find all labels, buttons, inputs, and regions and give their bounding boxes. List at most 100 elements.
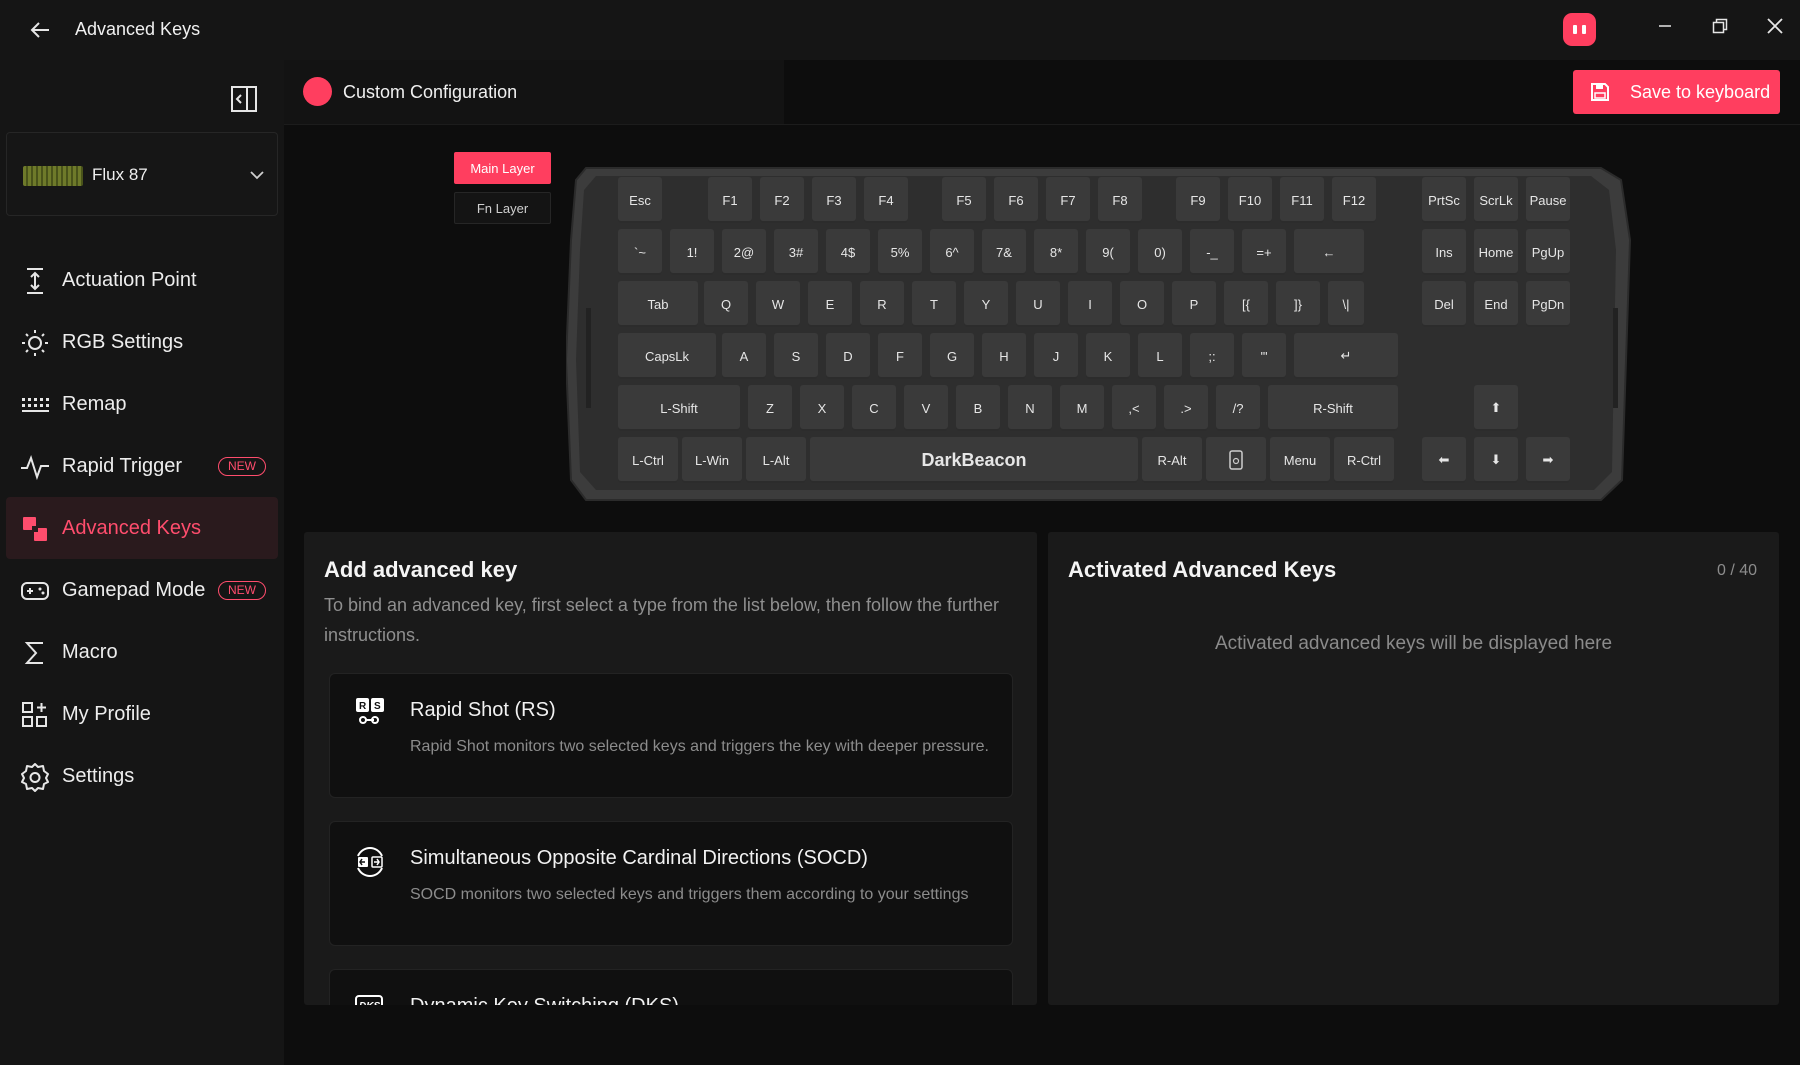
keyboard-key[interactable]: 5% bbox=[878, 229, 922, 275]
sidebar-item-advanced-keys[interactable]: Advanced Keys bbox=[6, 497, 278, 559]
keyboard-key[interactable]: X bbox=[800, 385, 844, 431]
keyboard-key[interactable]: N bbox=[1008, 385, 1052, 431]
keyboard-key[interactable]: ⬆ bbox=[1474, 385, 1518, 431]
keyboard-key[interactable]: F5 bbox=[942, 177, 986, 223]
keyboard-key[interactable]: H bbox=[982, 333, 1026, 379]
keyboard-key[interactable]: M bbox=[1060, 385, 1104, 431]
keyboard-key[interactable]: L-Ctrl bbox=[618, 437, 678, 483]
keyboard-key[interactable]: Z bbox=[748, 385, 792, 431]
keyboard-key[interactable]: Q bbox=[704, 281, 748, 327]
keyboard-key[interactable]: Tab bbox=[618, 281, 698, 327]
keyboard-key[interactable]: P bbox=[1172, 281, 1216, 327]
keyboard-key[interactable]: L-Alt bbox=[746, 437, 806, 483]
keyboard-key[interactable]: K bbox=[1086, 333, 1130, 379]
keyboard-key[interactable]: F4 bbox=[864, 177, 908, 223]
keyboard-key[interactable]: Menu bbox=[1270, 437, 1330, 483]
keyboard-key[interactable]: Esc bbox=[618, 177, 662, 223]
keyboard-key[interactable]: V bbox=[904, 385, 948, 431]
keyboard-key[interactable]: O bbox=[1120, 281, 1164, 327]
sidebar-item-rapid-trigger[interactable]: Rapid Trigger NEW bbox=[6, 435, 278, 497]
keyboard-key[interactable]: PrtSc bbox=[1422, 177, 1466, 223]
keyboard-key[interactable]: 4$ bbox=[826, 229, 870, 275]
keyboard-key[interactable]: F12 bbox=[1332, 177, 1376, 223]
keyboard-key[interactable]: ↵ bbox=[1294, 333, 1398, 379]
keyboard-key[interactable]: .> bbox=[1164, 385, 1208, 431]
sidebar-item-my-profile[interactable]: My Profile bbox=[6, 683, 278, 745]
keyboard-key[interactable]: L bbox=[1138, 333, 1182, 379]
minimize-icon[interactable] bbox=[1645, 10, 1685, 42]
close-icon[interactable] bbox=[1755, 10, 1795, 42]
sidebar-item-rgb-settings[interactable]: RGB Settings bbox=[6, 311, 278, 373]
keyboard-key[interactable]: L-Shift bbox=[618, 385, 740, 431]
keyboard-key[interactable]: End bbox=[1474, 281, 1518, 327]
fn-layer-button[interactable]: Fn Layer bbox=[454, 192, 551, 224]
keyboard-key[interactable]: 2@ bbox=[722, 229, 766, 275]
keyboard-key[interactable]: ⬅ bbox=[1422, 437, 1466, 483]
keyboard-key[interactable]: ]} bbox=[1276, 281, 1320, 327]
keyboard-key[interactable]: U bbox=[1016, 281, 1060, 327]
keyboard-key[interactable]: =+ bbox=[1242, 229, 1286, 275]
keyboard-key[interactable]: PgUp bbox=[1526, 229, 1570, 275]
restore-icon[interactable] bbox=[1700, 10, 1740, 42]
back-arrow-icon[interactable] bbox=[24, 14, 56, 46]
keyboard-key[interactable]: W bbox=[756, 281, 800, 327]
keyboard-key[interactable]: R-Ctrl bbox=[1334, 437, 1394, 483]
device-select[interactable]: Flux 87 bbox=[6, 132, 278, 216]
configuration-selector[interactable]: Custom Configuration bbox=[284, 60, 784, 124]
keyboard-key[interactable]: ,< bbox=[1112, 385, 1156, 431]
keyboard-key[interactable]: B bbox=[956, 385, 1000, 431]
socd-card[interactable]: Simultaneous Opposite Cardinal Direction… bbox=[329, 821, 1013, 946]
sidebar-item-actuation-point[interactable]: Actuation Point bbox=[6, 249, 278, 311]
collapse-sidebar-icon[interactable] bbox=[228, 83, 260, 115]
keyboard-key[interactable]: Ins bbox=[1422, 229, 1466, 275]
rapid-shot-card[interactable]: RS Rapid Shot (RS) Rapid Shot monitors t… bbox=[329, 673, 1013, 798]
sidebar-item-gamepad-mode[interactable]: Gamepad Mode NEW bbox=[6, 559, 278, 621]
keyboard-key[interactable]: -_ bbox=[1190, 229, 1234, 275]
keyboard-key[interactable]: '" bbox=[1242, 333, 1286, 379]
keyboard-key[interactable]: PgDn bbox=[1526, 281, 1570, 327]
keyboard-key[interactable]: DarkBeacon bbox=[810, 437, 1138, 483]
keyboard-key[interactable]: 1! bbox=[670, 229, 714, 275]
main-layer-button[interactable]: Main Layer bbox=[454, 152, 551, 184]
keyboard-key[interactable]: F7 bbox=[1046, 177, 1090, 223]
keyboard-key[interactable]: ➡ bbox=[1526, 437, 1570, 483]
keyboard-key[interactable]: F8 bbox=[1098, 177, 1142, 223]
keyboard-key[interactable]: F3 bbox=[812, 177, 856, 223]
dks-card[interactable]: DKS Dynamic Key Switching (DKS) bbox=[329, 969, 1013, 1005]
keyboard-key[interactable]: Pause bbox=[1526, 177, 1570, 223]
keyboard-key[interactable]: L-Win bbox=[682, 437, 742, 483]
keyboard-key[interactable]: 6^ bbox=[930, 229, 974, 275]
keyboard-key[interactable]: D bbox=[826, 333, 870, 379]
keyboard-key[interactable]: /? bbox=[1216, 385, 1260, 431]
sidebar-item-settings[interactable]: Settings bbox=[6, 745, 278, 807]
keyboard-key[interactable]: T bbox=[912, 281, 956, 327]
keyboard-key[interactable]: 0) bbox=[1138, 229, 1182, 275]
keyboard-key[interactable]: R bbox=[860, 281, 904, 327]
keyboard-key[interactable]: ScrLk bbox=[1474, 177, 1518, 223]
keyboard-key[interactable]: `~ bbox=[618, 229, 662, 275]
keyboard-key[interactable]: F bbox=[878, 333, 922, 379]
keyboard-key[interactable]: A bbox=[722, 333, 766, 379]
keyboard-key[interactable]: 7& bbox=[982, 229, 1026, 275]
app-logo-icon[interactable] bbox=[1563, 13, 1596, 46]
keyboard-key[interactable]: [{ bbox=[1224, 281, 1268, 327]
keyboard-key[interactable]: F2 bbox=[760, 177, 804, 223]
keyboard-key[interactable]: R-Shift bbox=[1268, 385, 1398, 431]
keyboard-key[interactable]: F10 bbox=[1228, 177, 1272, 223]
keyboard-key[interactable]: \| bbox=[1328, 281, 1364, 327]
keyboard-key[interactable]: F6 bbox=[994, 177, 1038, 223]
keyboard-key[interactable]: Home bbox=[1474, 229, 1518, 275]
keyboard-key[interactable]: F11 bbox=[1280, 177, 1324, 223]
keyboard-key[interactable]: R-Alt bbox=[1142, 437, 1202, 483]
keyboard-key[interactable]: F9 bbox=[1176, 177, 1220, 223]
keyboard-key[interactable]: G bbox=[930, 333, 974, 379]
keyboard-key[interactable]: I bbox=[1068, 281, 1112, 327]
keyboard-key[interactable]: 8* bbox=[1034, 229, 1078, 275]
keyboard-key-fn[interactable] bbox=[1206, 437, 1266, 483]
keyboard-key[interactable]: C bbox=[852, 385, 896, 431]
keyboard-key[interactable]: ;: bbox=[1190, 333, 1234, 379]
keyboard-key[interactable]: F1 bbox=[708, 177, 752, 223]
keyboard-key[interactable]: 3# bbox=[774, 229, 818, 275]
keyboard-key[interactable]: Y bbox=[964, 281, 1008, 327]
keyboard-key[interactable]: ⬇ bbox=[1474, 437, 1518, 483]
